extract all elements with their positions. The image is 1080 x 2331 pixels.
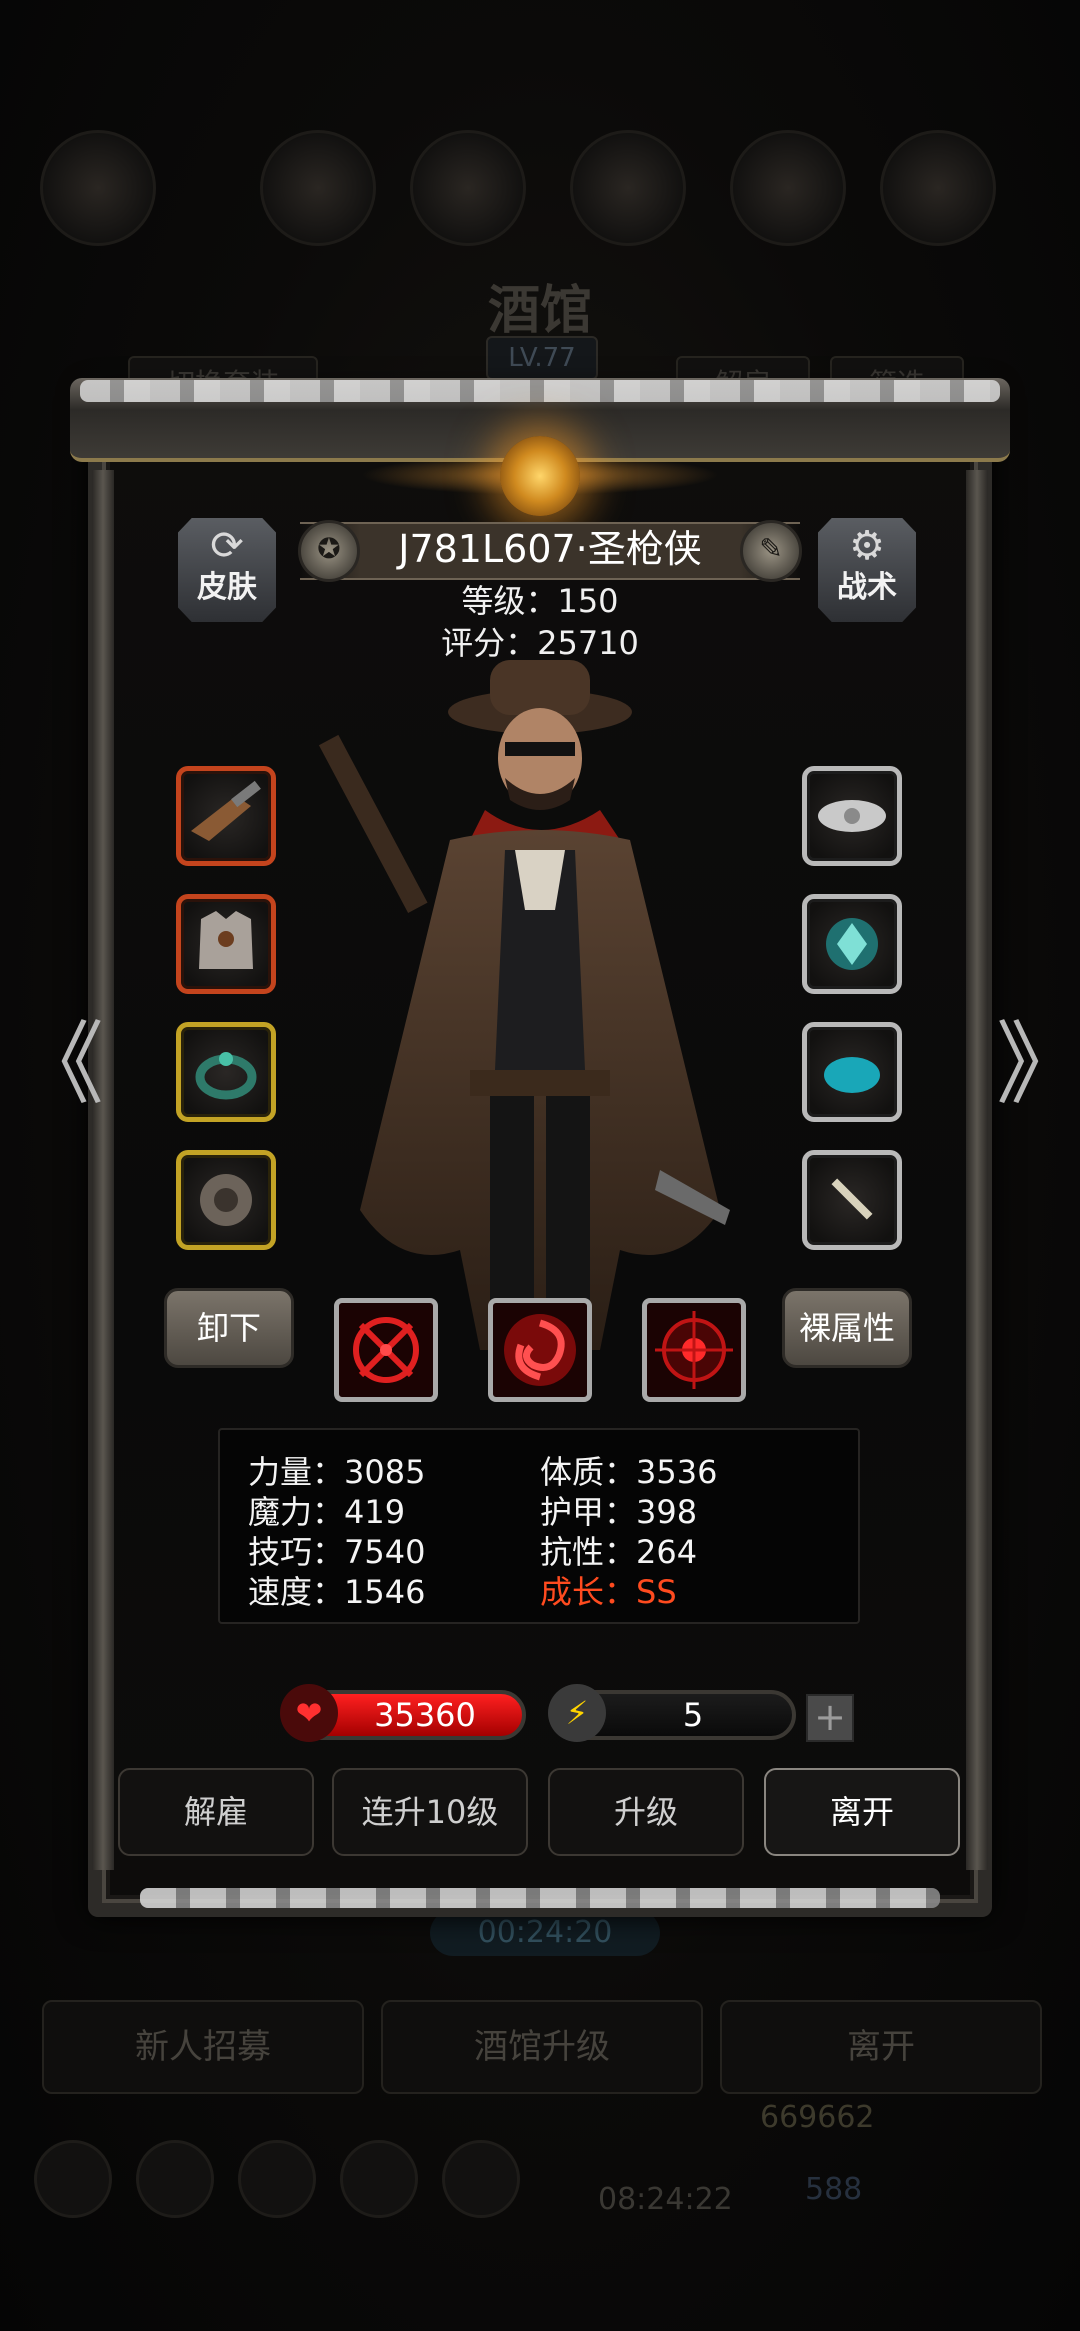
bg-slot-icon: [442, 2140, 520, 2218]
lightning-icon: ⚡: [548, 1684, 606, 1742]
add-energy-button[interactable]: +: [806, 1694, 854, 1742]
bg-tavern-title: 酒馆: [487, 280, 592, 341]
crystal-orb-icon: [826, 918, 878, 970]
bone-icon: [831, 1178, 873, 1220]
skill-target[interactable]: [642, 1298, 746, 1402]
attr-growth: 成长：SS: [540, 1573, 677, 1611]
hero-portrait: [318, 660, 730, 1350]
attr-strength: 力量：3085: [248, 1453, 426, 1491]
dismiss-button[interactable]: 解雇: [118, 1768, 314, 1856]
target-skill-icon: [655, 1311, 733, 1389]
pistol-icon: [191, 780, 261, 841]
crosshair-skill-icon: [353, 1317, 419, 1383]
leave-button[interactable]: 离开: [764, 1768, 960, 1856]
equip-slot-blue-stone[interactable]: [802, 1022, 902, 1122]
attr-skill: 技巧：7540: [248, 1533, 426, 1571]
bg-avatar-icon: [40, 130, 156, 246]
attr-armor: 护甲：398: [540, 1493, 698, 1531]
refresh-icon: ⟳: [210, 523, 244, 569]
bg-tavern-upgrade-button: 酒馆升级: [381, 2000, 703, 2094]
right-pillar-ornament: [966, 470, 988, 1870]
snow-decoration-bottom: [140, 1888, 940, 1908]
equip-slot-cloud-pearl[interactable]: [802, 766, 902, 866]
equip-slot-weapon[interactable]: [176, 766, 276, 866]
skill-vortex[interactable]: [488, 1298, 592, 1402]
next-hero-arrow[interactable]: 》: [996, 1020, 1080, 1110]
bg-menu-icon: [730, 130, 846, 246]
skill-crosshair[interactable]: [334, 1298, 438, 1402]
vortex-skill-icon: [504, 1314, 576, 1386]
cloud-pearl-icon: [818, 800, 886, 832]
bg-bottom-timer: 08:24:22: [598, 2182, 733, 2217]
gear-icon: ⚙: [849, 523, 885, 569]
prev-hero-arrow[interactable]: 《: [14, 1020, 104, 1110]
bg-menu-icon: [880, 130, 996, 246]
bg-leave-button: 离开: [720, 2000, 1042, 2094]
bg-slot-icon: [34, 2140, 112, 2218]
left-pillar-ornament: [92, 470, 114, 1870]
blue-stone-icon: [824, 1057, 880, 1093]
level-up-10-button[interactable]: 连升10级: [332, 1768, 528, 1856]
equip-slot-bone[interactable]: [802, 1150, 902, 1250]
equip-slot-gauntlet[interactable]: [176, 1150, 276, 1250]
equip-slot-crystal-orb[interactable]: [802, 894, 902, 994]
hero-name: J781L607·圣枪侠: [398, 527, 702, 571]
bg-menu-icon: [410, 130, 526, 246]
hero-level: 等级：150: [461, 582, 619, 620]
bg-recruit-button: 新人招募: [42, 2000, 364, 2094]
bg-gem-amount: 588: [805, 2172, 863, 2207]
base-attributes-button[interactable]: 裸属性: [782, 1288, 912, 1368]
equip-slot-ring[interactable]: [176, 1022, 276, 1122]
hp-value: 35360: [374, 1696, 476, 1734]
ring-icon: [195, 1052, 257, 1100]
attr-constitution: 体质：3536: [540, 1453, 718, 1491]
unequip-button[interactable]: 卸下: [164, 1288, 294, 1368]
attr-resistance: 抗性：264: [540, 1533, 698, 1571]
bg-slot-icon: [238, 2140, 316, 2218]
bg-slot-icon: [136, 2140, 214, 2218]
snow-decoration: [80, 380, 1000, 402]
bg-menu-icon: [260, 130, 376, 246]
bg-gold-amount: 669662: [760, 2100, 875, 2135]
bg-slot-icon: [340, 2140, 418, 2218]
attr-speed: 速度：1546: [248, 1573, 426, 1611]
bg-tavern-level: LV.77: [486, 336, 598, 380]
attr-magic: 魔力：419: [248, 1493, 406, 1531]
equip-slot-armor[interactable]: [176, 894, 276, 994]
class-emblem-icon: [500, 436, 580, 516]
level-up-button[interactable]: 升级: [548, 1768, 744, 1856]
energy-value: 5: [682, 1696, 704, 1734]
background-top-icons: [40, 130, 1040, 246]
bg-menu-icon: [570, 130, 686, 246]
gauntlet-icon: [200, 1174, 252, 1226]
armor-icon: [199, 911, 253, 969]
